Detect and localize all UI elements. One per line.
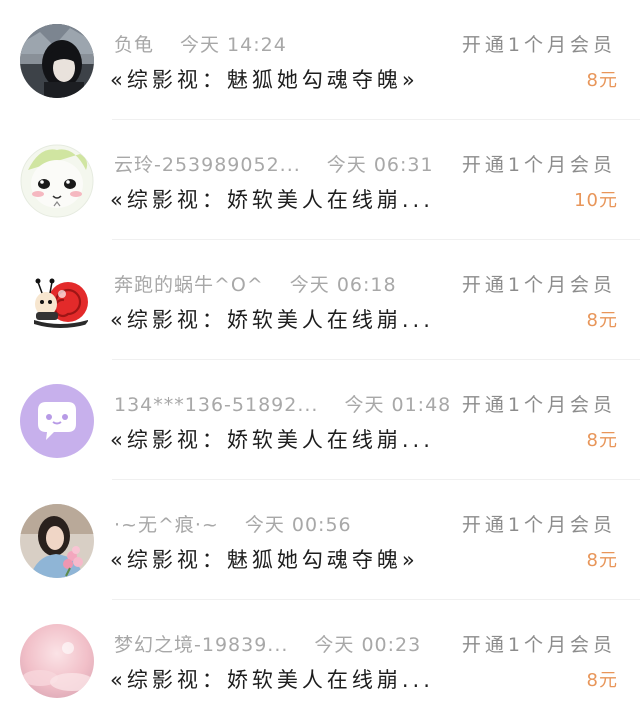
user-meta: 134***136-51892... 今天 01:48 [114,390,451,417]
plan-label: 开通1个月会员 [461,274,616,296]
user-meta: 梦幻之境-19839... 今天 00:23 [114,630,421,657]
price-label: 8元 [586,70,618,91]
snail-icon [20,264,94,338]
plan-label: 开通1个月会员 [461,154,616,176]
list-item[interactable]: 奔跑的蜗牛^O^ 今天 06:18 «综影视：娇软美人在线崩... 开通1个月会员… [0,240,640,360]
list-item[interactable]: 负龟 今天 14:24 «综影视：魅狐她勾魂夺魄» 开通1个月会员 8元 [0,0,640,120]
user-name[interactable]: 负龟 [114,34,154,56]
book-title[interactable]: «综影视：娇软美人在线崩... [110,184,434,214]
chat-bubble-icon [20,384,94,458]
list-item[interactable]: 云玲-253989052... 今天 06:31 «综影视：娇软美人在线崩... … [0,120,640,240]
user-meta: 云玲-253989052... 今天 06:31 [114,150,434,177]
avatar[interactable] [20,624,94,698]
dark-hair-girl-icon [20,24,94,98]
avatar[interactable] [20,24,94,98]
list-item[interactable]: ·~无^痕·~ 今天 00:56 «综影视：魅狐她勾魂夺魄» 开通1个月会员 8元 [0,480,640,600]
price-label: 8元 [586,670,618,691]
user-name[interactable]: 梦幻之境-19839... [114,634,288,656]
pink-sky-icon [20,624,94,698]
price-label: 8元 [586,310,618,331]
user-meta: 负龟 今天 14:24 [114,30,287,57]
plan-label: 开通1个月会员 [461,514,616,536]
book-title[interactable]: «综影视：魅狐她勾魂夺魄» [110,64,419,94]
avatar[interactable] [20,384,94,458]
timestamp: 今天 00:56 [244,514,352,536]
plan-label: 开通1个月会员 [461,634,616,656]
user-meta: 奔跑的蜗牛^O^ 今天 06:18 [114,270,397,297]
user-name[interactable]: ·~无^痕·~ [114,514,219,536]
plan-label: 开通1个月会员 [461,394,616,416]
avatar[interactable] [20,144,94,218]
subscription-list: 负龟 今天 14:24 «综影视：魅狐她勾魂夺魄» 开通1个月会员 8元 云玲-… [0,0,640,726]
user-meta: ·~无^痕·~ 今天 00:56 [114,510,352,537]
list-item[interactable]: 梦幻之境-19839... 今天 00:23 «综影视：娇软美人在线崩... 开通… [0,600,640,720]
plan-label: 开通1个月会员 [461,34,616,56]
price-label: 8元 [586,430,618,451]
user-name[interactable]: 云玲-253989052... [114,154,301,176]
timestamp: 今天 14:24 [180,34,287,56]
book-title[interactable]: «综影视：娇软美人在线崩... [110,664,434,694]
user-name[interactable]: 134***136-51892... [114,394,318,416]
book-title[interactable]: «综影视：娇软美人在线崩... [110,424,434,454]
avatar[interactable] [20,264,94,338]
timestamp: 今天 06:18 [289,274,397,296]
girl-flowers-icon [20,504,94,578]
avatar[interactable] [20,504,94,578]
cartoon-face-icon [20,144,94,218]
timestamp: 今天 00:23 [314,634,422,656]
timestamp: 今天 01:48 [344,394,452,416]
user-name[interactable]: 奔跑的蜗牛^O^ [114,274,264,296]
timestamp: 今天 06:31 [326,154,434,176]
price-label: 10元 [574,190,618,211]
list-item[interactable]: 134***136-51892... 今天 01:48 «综影视：娇软美人在线崩.… [0,360,640,480]
book-title[interactable]: «综影视：娇软美人在线崩... [110,304,434,334]
price-label: 8元 [586,550,618,571]
book-title[interactable]: «综影视：魅狐她勾魂夺魄» [110,544,419,574]
